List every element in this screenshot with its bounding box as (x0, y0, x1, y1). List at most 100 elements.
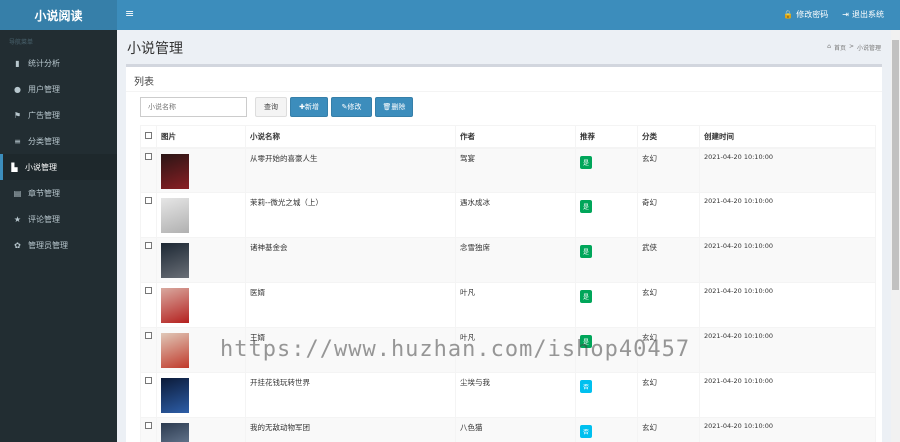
book-cover-image (161, 198, 189, 233)
row-checkbox[interactable] (145, 242, 152, 249)
book-cover-image (161, 423, 189, 442)
list-icon: ≡ (14, 136, 21, 146)
breadcrumb-home[interactable]: 首页 (834, 43, 846, 52)
recommend-cell: 是 (575, 192, 638, 238)
box-title: 列表 (134, 77, 154, 88)
novel-name-search-input[interactable] (140, 97, 247, 117)
select-all-cell[interactable] (140, 125, 157, 149)
cover-cell (156, 192, 246, 238)
row-checkbox[interactable] (145, 377, 152, 384)
row-select-cell[interactable] (140, 372, 157, 418)
book-cover-image (161, 333, 189, 368)
table-row[interactable]: 诸神基金会 念雪独席是 武侠 2021-04-20 10:10:00 (140, 237, 876, 283)
scrollbar-thumb[interactable] (892, 40, 899, 290)
row-select-cell[interactable] (140, 192, 157, 238)
row-select-cell[interactable] (140, 327, 157, 373)
cover-cell (156, 282, 246, 328)
author-cell: 遇水成冰 (455, 192, 576, 238)
created-time-cell: 2021-04-20 10:10:00 (699, 372, 876, 418)
delete-button[interactable]: 🗑删除 (375, 97, 413, 117)
sidebar-item-2[interactable]: ⚑ 广告管理 (0, 102, 117, 128)
name-cell: 诸神基金会 (245, 237, 456, 283)
sidebar-item-7[interactable]: ✿ 管理员管理 (0, 232, 117, 258)
app-logo[interactable]: 小说阅读 (0, 0, 117, 30)
star-icon: ★ (13, 214, 22, 224)
menu-toggle-icon[interactable]: ≡ (125, 7, 134, 20)
novel-table: 图片 小说名称 作者 推荐 分类 创建时间 从零开始的喜豪人生 驾宴是玄幻 2021… (140, 125, 876, 442)
row-checkbox[interactable] (145, 287, 152, 294)
sidebar-item-label: 管理员管理 (28, 240, 68, 250)
name-cell: 开挂花钱玩转世界 (245, 372, 456, 418)
category-cell: 玄幻 (637, 417, 700, 442)
row-select-cell[interactable] (140, 147, 157, 193)
logout-label: 退出系统 (852, 10, 884, 19)
sidebar-item-1[interactable]: ● 用户管理 (0, 76, 117, 102)
watermark: https://www.huzhan.com/ishop40457 (220, 337, 691, 362)
file-icon: ▤ (13, 188, 22, 198)
row-checkbox[interactable] (145, 422, 152, 429)
sidebar-item-label: 章节管理 (28, 188, 60, 198)
table-row[interactable]: 我的无敌动物军团 八色猫否 玄幻 2021-04-20 10:10:00 (140, 417, 876, 442)
created-time-cell: 2021-04-20 10:10:00 (699, 282, 876, 328)
add-button[interactable]: ✚新增 (290, 97, 328, 117)
name-cell: 医婿 (245, 282, 456, 328)
row-checkbox[interactable] (145, 152, 152, 160)
book-cover-image (161, 153, 189, 189)
sidebar-item-6[interactable]: ★ 评论管理 (0, 206, 117, 232)
row-select-cell[interactable] (140, 417, 157, 442)
category-cell: 玄幻 (637, 147, 700, 193)
flag-icon: ⚑ (13, 110, 22, 120)
book-icon: ▙ (11, 162, 18, 172)
top-navbar: ≡ 🔒 修改密码 ⇥ 退出系统 (117, 0, 900, 30)
created-time-cell: 2021-04-20 10:10:00 (699, 237, 876, 283)
breadcrumb-current: 小说管理 (856, 45, 881, 52)
cover-cell (156, 417, 246, 442)
sidebar-item-label: 广告管理 (28, 110, 60, 120)
bar-chart-icon: ▮ (15, 58, 20, 68)
recommend-badge: 是 (580, 290, 593, 303)
name-cell: 茉莉--微光之城（上） (245, 192, 456, 238)
select-all-checkbox[interactable] (145, 131, 152, 139)
user-icon: ● (14, 84, 21, 94)
recommend-badge: 是 (580, 200, 593, 213)
row-checkbox[interactable] (145, 197, 152, 204)
created-time-cell: 2021-04-20 10:10:00 (699, 147, 876, 193)
main-content: 小说管理 ⌂ 首页 > 小说管理 列表 查询 ✚新增 ✎修改 🗑删除 图片 小说… (117, 30, 891, 442)
recommend-badge: 否 (580, 425, 593, 438)
table-row[interactable]: 开挂花钱玩转世界 尘埃与我否 玄幻 2021-04-20 10:10:00 (140, 372, 876, 418)
sidebar-item-5[interactable]: ▤ 章节管理 (0, 180, 117, 206)
author-cell: 驾宴 (455, 147, 576, 193)
book-cover-image (161, 378, 189, 413)
logout-link[interactable]: ⇥ 退出系统 (842, 9, 884, 20)
author-cell: 八色猫 (455, 417, 576, 442)
sidebar-item-0[interactable]: ▮ 统计分析 (0, 50, 117, 76)
sidebar-item-3[interactable]: ≡ 分类管理 (0, 128, 117, 154)
created-time-cell: 2021-04-20 10:10:00 (699, 327, 876, 373)
page-scrollbar[interactable] (891, 30, 900, 442)
query-button[interactable]: 查询 (255, 97, 287, 117)
col-name: 小说名称 (245, 125, 456, 149)
table-row[interactable]: 茉莉--微光之城（上） 遇水成冰是 奇幻 2021-04-20 10:10:00 (140, 192, 876, 238)
change-password-link[interactable]: 🔒 修改密码 (783, 9, 828, 20)
table-row[interactable]: 从零开始的喜豪人生 驾宴是 玄幻 2021-04-20 10:10:00 (140, 147, 876, 193)
col-author: 作者 (455, 125, 576, 149)
row-select-cell[interactable] (140, 237, 157, 283)
col-created-time: 创建时间 (699, 125, 876, 149)
sidebar-item-label: 分类管理 (28, 136, 60, 146)
recommend-cell: 是 (575, 282, 638, 328)
change-password-label: 修改密码 (796, 10, 829, 19)
row-select-cell[interactable] (140, 282, 157, 328)
col-image: 图片 (156, 125, 246, 149)
col-recommend: 推荐 (575, 125, 638, 149)
sidebar-item-label: 用户管理 (28, 84, 60, 94)
category-cell: 玄幻 (637, 282, 700, 328)
gear-icon: ✿ (14, 240, 21, 250)
divider (126, 91, 882, 92)
row-checkbox[interactable] (145, 332, 152, 339)
author-cell: 叶凡 (455, 282, 576, 328)
table-row[interactable]: 医婿 叶凡是 玄幻 2021-04-20 10:10:00 (140, 282, 876, 328)
sidebar-item-4[interactable]: ▙ 小说管理 (0, 154, 117, 180)
logout-icon: ⇥ (842, 10, 849, 19)
recommend-badge: 否 (580, 380, 593, 393)
edit-button[interactable]: ✎修改 (331, 97, 372, 117)
